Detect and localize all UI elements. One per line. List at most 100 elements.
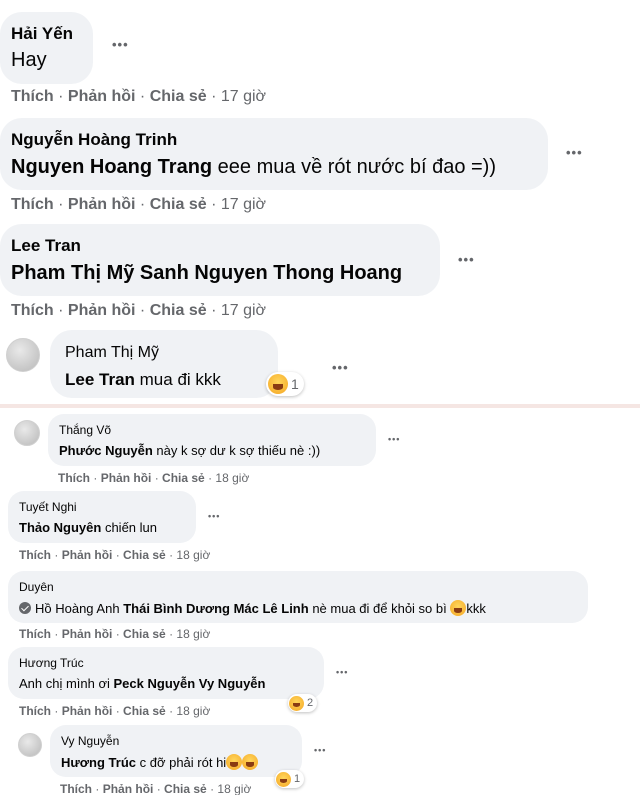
timestamp[interactable]: 18 giờ	[176, 548, 210, 562]
mention-link[interactable]: Pham Thị Mỹ Sanh Nguyen Thong Hoang	[11, 262, 402, 285]
avatar[interactable]	[18, 733, 42, 757]
mention-link[interactable]: Thái Bình Dương Mác Lê Linh	[123, 601, 309, 616]
more-options-icon[interactable]: •••	[458, 252, 475, 267]
timestamp[interactable]: 18 giờ	[176, 627, 210, 641]
comment-text: Phước Nguyễn này k sợ dư k sợ thiếu nè :…	[59, 443, 320, 458]
mention-link[interactable]: Lee Tran	[65, 370, 135, 389]
like-button[interactable]: Thích	[11, 302, 54, 319]
share-button[interactable]: Chia sẻ	[123, 548, 166, 562]
reaction-badge[interactable]: 1	[266, 372, 304, 396]
separator: ·	[210, 782, 215, 795]
separator: ·	[115, 704, 120, 718]
more-options-icon[interactable]: •••	[388, 434, 400, 444]
share-button[interactable]: Chia sẻ	[123, 627, 166, 641]
comment-actions: Thích · Phản hồi · Chia sẻ · 18 giờ	[19, 627, 210, 641]
share-button[interactable]: Chia sẻ	[150, 302, 207, 319]
like-button[interactable]: Thích	[19, 627, 51, 641]
reply-button[interactable]: Phản hồi	[103, 782, 154, 795]
reaction-count: 2	[307, 697, 314, 709]
comment-author[interactable]: Tuyết Nghi	[19, 500, 77, 514]
mention-link[interactable]: Peck Nguyễn Vy Nguyễn	[114, 676, 266, 691]
separator: ·	[58, 196, 64, 213]
mention-link[interactable]: Thảo Nguyên	[19, 520, 101, 535]
separator: ·	[169, 704, 174, 718]
separator: ·	[211, 302, 217, 319]
like-button[interactable]: Thích	[19, 548, 51, 562]
more-options-icon[interactable]: •••	[332, 360, 349, 375]
reply-button[interactable]: Phản hồi	[68, 302, 136, 319]
reply-button[interactable]: Phản hồi	[62, 627, 113, 641]
reply-button[interactable]: Phản hồi	[101, 471, 152, 485]
separator: ·	[156, 782, 161, 795]
like-button[interactable]: Thích	[60, 782, 92, 795]
share-button[interactable]: Chia sẻ	[162, 471, 205, 485]
laughing-emoji-icon	[450, 600, 467, 616]
comment-text: Lee Tran mua đi kkk	[65, 370, 221, 390]
timestamp[interactable]: 17 giờ	[221, 88, 266, 105]
comment-bubble: Vy Nguyễn Hương Trúc c đỡ phải rót hi	[50, 725, 302, 777]
separator: ·	[139, 88, 146, 105]
reaction-badge[interactable]: 1	[275, 770, 305, 788]
comment-author[interactable]: Lee Tran	[11, 236, 81, 256]
share-button[interactable]: Chia sẻ	[123, 704, 166, 718]
separator: ·	[58, 302, 64, 319]
avatar[interactable]	[14, 420, 40, 446]
reply-button[interactable]: Phản hồi	[68, 196, 136, 213]
timestamp[interactable]: 17 giờ	[221, 196, 266, 213]
comment-bubble: Duyên Hồ Hoàng Anh Thái Bình Dương Mác L…	[8, 571, 588, 623]
comment-text: Anh chị mình ơi Peck Nguyễn Vy Nguyễn	[19, 676, 265, 691]
comment-author[interactable]: Hải Yến	[11, 24, 73, 44]
more-options-icon[interactable]: •••	[208, 511, 220, 521]
comments-screenshot-bottom: Thắng Võ Phước Nguyễn này k sợ dư k sợ t…	[0, 407, 640, 795]
reply-button[interactable]: Phản hồi	[62, 548, 113, 562]
comment-text-rest: nè mua đi để khỏi so bì	[308, 601, 451, 616]
comment-bubble: Thắng Võ Phước Nguyễn này k sợ dư k sợ t…	[48, 414, 376, 466]
timestamp[interactable]: 18 giờ	[217, 782, 251, 795]
timestamp[interactable]: 18 giờ	[176, 704, 210, 718]
reaction-badge[interactable]: 2	[288, 694, 318, 712]
comment-author[interactable]: Thắng Võ	[59, 423, 111, 437]
separator: ·	[54, 548, 59, 562]
comment-author[interactable]: Nguyễn Hoàng Trinh	[11, 130, 177, 150]
share-button[interactable]: Chia sẻ	[150, 196, 207, 213]
timestamp[interactable]: 18 giờ	[215, 471, 249, 485]
comment-author[interactable]: Vy Nguyễn	[61, 734, 119, 748]
more-options-icon[interactable]: •••	[314, 745, 326, 755]
comment-author[interactable]: Duyên	[19, 580, 54, 594]
more-options-icon[interactable]: •••	[336, 667, 348, 677]
timestamp[interactable]: 17 giờ	[221, 302, 266, 319]
comment-text-rest: chiến lun	[101, 520, 157, 535]
separator: ·	[95, 782, 100, 795]
share-button[interactable]: Chia sẻ	[164, 782, 207, 795]
like-button[interactable]: Thích	[11, 88, 54, 105]
separator: ·	[93, 471, 98, 485]
mention-link[interactable]: Hương Trúc	[61, 755, 136, 770]
mention-link[interactable]: Nguyen Hoang Trang	[11, 156, 212, 178]
comment-bubble: Hương Trúc Anh chị mình ơi Peck Nguyễn V…	[8, 647, 324, 699]
laughing-emoji-icon	[276, 771, 291, 787]
reply-button[interactable]: Phản hồi	[62, 704, 113, 718]
like-button[interactable]: Thích	[58, 471, 90, 485]
comment-bubble: Lee Tran Pham Thị Mỹ Sanh Nguyen Thong H…	[0, 224, 440, 296]
comment-author[interactable]: Hương Trúc	[19, 656, 84, 670]
more-options-icon[interactable]: •••	[566, 145, 583, 160]
comment-text-end: kkk	[466, 601, 486, 616]
share-button[interactable]: Chia sẻ	[150, 88, 207, 105]
comment-bubble: Nguyễn Hoàng Trinh Nguyen Hoang Trang ee…	[0, 118, 548, 190]
laughing-emoji-icon	[242, 754, 259, 770]
avatar[interactable]	[6, 338, 40, 372]
mention-link[interactable]: Phước Nguyễn	[59, 443, 153, 458]
laughing-emoji-icon	[289, 695, 304, 711]
like-button[interactable]: Thích	[19, 704, 51, 718]
comment-actions: Thích · Phản hồi · Chia sẻ · 18 giờ	[60, 782, 251, 795]
like-button[interactable]: Thích	[11, 196, 54, 213]
mention-link[interactable]: Hồ Hoàng Anh	[35, 601, 120, 616]
separator: ·	[154, 471, 159, 485]
comment-actions: Thích · Phản hồi · Chia sẻ · 17 giờ	[11, 88, 266, 106]
separator: ·	[139, 302, 146, 319]
reply-button[interactable]: Phản hồi	[68, 88, 136, 105]
comment-author[interactable]: Pham Thị Mỹ	[65, 344, 159, 362]
more-options-icon[interactable]: •••	[112, 37, 129, 52]
separator: ·	[54, 627, 59, 641]
comment-text-rest: eee mua về rót nước bí đao =))	[212, 156, 496, 178]
